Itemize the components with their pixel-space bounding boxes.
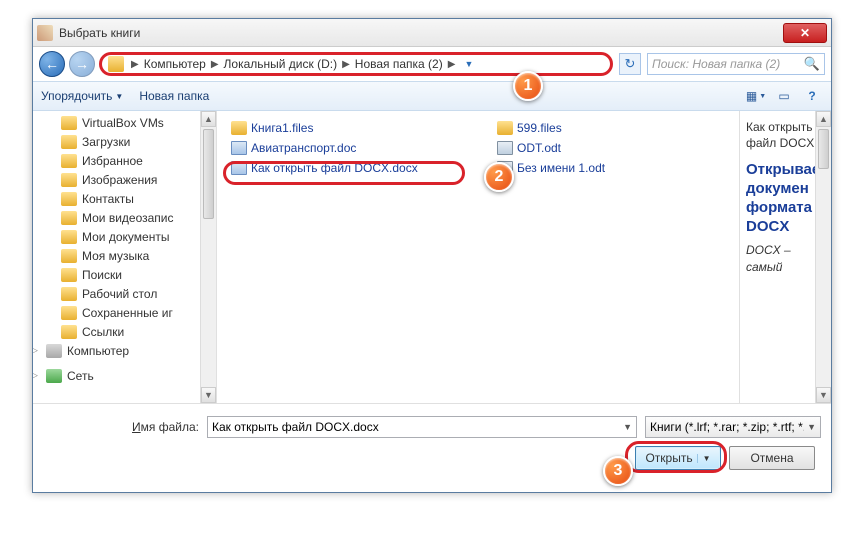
tree-item[interactable]: Избранное bbox=[33, 151, 216, 170]
view-options-button[interactable]: ▦▼ bbox=[745, 86, 767, 106]
new-folder-button[interactable]: Новая папка bbox=[139, 89, 209, 103]
folder-icon bbox=[61, 135, 77, 149]
folder-icon bbox=[61, 249, 77, 263]
file-item[interactable]: Как открыть файл DOCX.docx bbox=[231, 159, 481, 177]
scroll-down-icon[interactable]: ▼ bbox=[201, 387, 216, 403]
tree-item[interactable]: Поиски bbox=[33, 265, 216, 284]
search-placeholder: Поиск: Новая папка (2) bbox=[652, 57, 780, 71]
tree-item[interactable]: Ссылки bbox=[33, 322, 216, 341]
folder-icon bbox=[108, 56, 124, 72]
file-item[interactable]: Книга1.files bbox=[231, 119, 481, 137]
folder-icon bbox=[497, 121, 513, 135]
tree-item[interactable]: Мои документы bbox=[33, 227, 216, 246]
close-button[interactable]: ✕ bbox=[783, 23, 827, 43]
split-chevron-icon[interactable]: ▼ bbox=[697, 454, 711, 463]
folder-icon bbox=[61, 211, 77, 225]
organize-menu[interactable]: Упорядочить▼ bbox=[41, 89, 123, 103]
odt-icon bbox=[497, 141, 513, 155]
doc-icon bbox=[231, 141, 247, 155]
tree-item[interactable]: Рабочий стол bbox=[33, 284, 216, 303]
navbar: ← → ▶ Компьютер ▶ Локальный диск (D:) ▶ … bbox=[33, 47, 831, 81]
help-button[interactable]: ? bbox=[801, 86, 823, 106]
folder-icon bbox=[61, 230, 77, 244]
folder-icon bbox=[61, 306, 77, 320]
chevron-right-icon[interactable]: ▶ bbox=[128, 59, 142, 70]
preview-pane-button[interactable]: ▭ bbox=[773, 86, 795, 106]
chevron-down-icon[interactable]: ▼ bbox=[804, 422, 816, 432]
scroll-thumb[interactable] bbox=[818, 129, 829, 169]
breadcrumb-seg[interactable]: Новая папка (2) bbox=[353, 57, 445, 71]
chevron-down-icon: ▼ bbox=[115, 92, 123, 101]
window-title: Выбрать книги bbox=[59, 26, 783, 40]
annotation-badge-1: 1 bbox=[513, 71, 543, 101]
tree-item[interactable]: Мои видеозапис bbox=[33, 208, 216, 227]
back-button[interactable]: ← bbox=[39, 51, 65, 77]
chevron-right-icon[interactable]: ▶ bbox=[445, 59, 459, 70]
preview-scrollbar[interactable]: ▲ ▼ bbox=[815, 111, 831, 403]
odt-icon bbox=[497, 161, 513, 175]
filename-label: Имя файла: bbox=[43, 420, 199, 434]
search-input[interactable]: Поиск: Новая папка (2) 🔍 bbox=[647, 53, 825, 75]
file-list[interactable]: Книга1.files Авиатранспорт.doc Как открыть… bbox=[217, 111, 739, 403]
folder-icon bbox=[231, 121, 247, 135]
chevron-down-icon[interactable]: ▼ bbox=[623, 422, 632, 432]
filetype-select[interactable]: Книги (*.lrf; *.rar; *.zip; *.rtf; *.lit… bbox=[645, 416, 821, 438]
tree-network[interactable]: ▷Сеть bbox=[33, 366, 216, 385]
tree-item[interactable]: Моя музыка bbox=[33, 246, 216, 265]
refresh-button[interactable]: ↻ bbox=[619, 53, 641, 75]
chevron-right-icon[interactable]: ▶ bbox=[339, 59, 353, 70]
file-item[interactable]: Авиатранспорт.doc bbox=[231, 139, 481, 157]
computer-icon bbox=[46, 344, 62, 358]
annotation-badge-3: 3 bbox=[603, 456, 633, 486]
breadcrumb-dropdown-icon[interactable]: ▼ bbox=[464, 59, 473, 69]
scroll-up-icon[interactable]: ▲ bbox=[816, 111, 831, 127]
tree-scrollbar[interactable]: ▲ ▼ bbox=[200, 111, 216, 403]
folder-icon bbox=[61, 325, 77, 339]
app-icon bbox=[37, 25, 53, 41]
tree-item[interactable]: Сохраненные иг bbox=[33, 303, 216, 322]
folder-icon bbox=[61, 116, 77, 130]
file-item[interactable]: ODT.odt bbox=[497, 139, 677, 157]
footer: Имя файла: Как открыть файл DOCX.docx▼ К… bbox=[33, 403, 831, 480]
preview-heading: Открывае докумен формата DOCX bbox=[746, 161, 825, 236]
folder-tree[interactable]: VirtualBox VMsЗагрузкиИзбранноеИзображен… bbox=[33, 111, 217, 403]
network-icon bbox=[46, 369, 62, 383]
filename-input[interactable]: Как открыть файл DOCX.docx▼ bbox=[207, 416, 637, 438]
breadcrumb-seg[interactable]: Компьютер bbox=[142, 57, 208, 71]
folder-icon bbox=[61, 173, 77, 187]
scroll-thumb[interactable] bbox=[203, 129, 214, 219]
expand-icon[interactable]: ▷ bbox=[33, 370, 41, 381]
search-icon: 🔍 bbox=[804, 56, 820, 72]
doc-icon bbox=[231, 161, 247, 175]
open-button[interactable]: Открыть▼ bbox=[635, 446, 721, 470]
preview-pane: Как открыть файл DOCX Открывае докумен ф… bbox=[739, 111, 831, 403]
preview-body: DOCX – самый bbox=[746, 242, 825, 276]
forward-button[interactable]: → bbox=[69, 51, 95, 77]
tree-item[interactable]: Контакты bbox=[33, 189, 216, 208]
file-item[interactable]: 599.files bbox=[497, 119, 677, 137]
open-file-dialog: Выбрать книги ✕ ← → ▶ Компьютер ▶ Локаль… bbox=[32, 18, 832, 493]
breadcrumb-seg[interactable]: Локальный диск (D:) bbox=[222, 57, 340, 71]
toolbar: Упорядочить▼ Новая папка ▦▼ ▭ ? bbox=[33, 81, 831, 111]
titlebar: Выбрать книги ✕ bbox=[33, 19, 831, 47]
cancel-button[interactable]: Отмена bbox=[729, 446, 815, 470]
tree-item[interactable]: VirtualBox VMs bbox=[33, 113, 216, 132]
tree-item[interactable]: Загрузки bbox=[33, 132, 216, 151]
body: VirtualBox VMsЗагрузкиИзбранноеИзображен… bbox=[33, 111, 831, 403]
chevron-right-icon[interactable]: ▶ bbox=[208, 59, 222, 70]
folder-icon bbox=[61, 287, 77, 301]
tree-computer[interactable]: ▷Компьютер bbox=[33, 341, 216, 360]
scroll-down-icon[interactable]: ▼ bbox=[816, 387, 831, 403]
folder-icon bbox=[61, 268, 77, 282]
folder-icon bbox=[61, 154, 77, 168]
tree-item[interactable]: Изображения bbox=[33, 170, 216, 189]
folder-icon bbox=[61, 192, 77, 206]
preview-filename: Как открыть файл DOCX bbox=[746, 119, 825, 151]
scroll-up-icon[interactable]: ▲ bbox=[201, 111, 216, 127]
file-item[interactable]: Без имени 1.odt bbox=[497, 159, 677, 177]
expand-icon[interactable]: ▷ bbox=[33, 345, 41, 356]
